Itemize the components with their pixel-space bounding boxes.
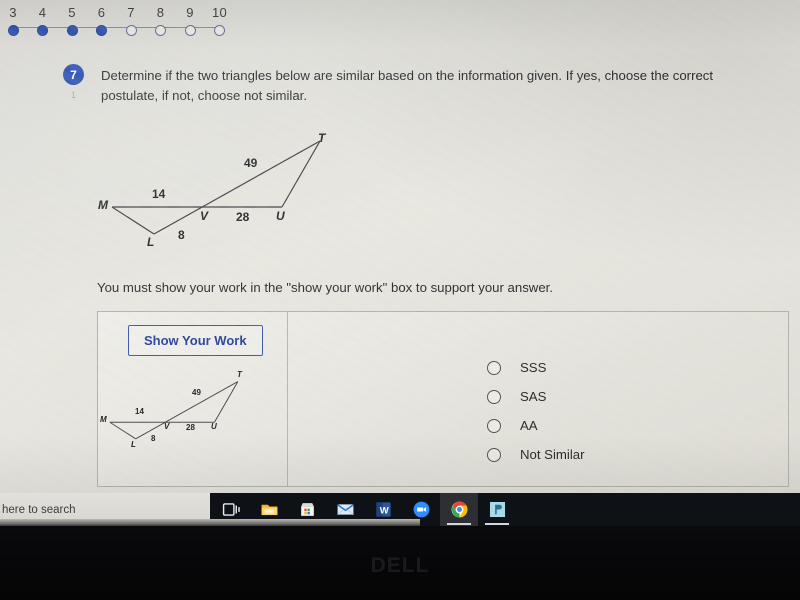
show-your-work-button[interactable]: Show Your Work bbox=[128, 325, 263, 356]
progress-step-number: 8 bbox=[156, 5, 165, 20]
vertex-label-U: U bbox=[276, 209, 285, 223]
triangle-diagram-thumb-svg bbox=[109, 381, 239, 440]
question-text: Determine if the two triangles below are… bbox=[101, 68, 714, 103]
progress-step-number: 6 bbox=[97, 5, 106, 20]
side-length-28-thumb: 28 bbox=[186, 423, 195, 432]
side-length-49: 49 bbox=[244, 156, 258, 170]
progress-step-number: 7 bbox=[127, 5, 135, 20]
vertex-label-M-thumb: M bbox=[100, 415, 107, 424]
progress-step-number: 10 bbox=[211, 5, 228, 20]
answer-option-label: SSS bbox=[520, 360, 547, 375]
side-length-14: 14 bbox=[152, 187, 166, 201]
progress-step-9[interactable]: 9 bbox=[177, 6, 203, 36]
progress-step-5[interactable]: 5 bbox=[59, 6, 85, 36]
progress-step-number: 4 bbox=[38, 5, 47, 20]
vertex-label-M: M bbox=[98, 198, 108, 212]
answer-option-label: AA bbox=[520, 418, 538, 433]
answer-option-label: SAS bbox=[520, 389, 547, 404]
radio-button[interactable] bbox=[487, 360, 501, 375]
search-placeholder-text: here to search bbox=[2, 503, 76, 516]
vertex-label-T-thumb: T bbox=[237, 370, 242, 379]
vertex-label-L-thumb: L bbox=[131, 440, 136, 449]
panel-divider bbox=[287, 312, 288, 486]
progress-step-3[interactable]: 3 bbox=[0, 6, 26, 36]
dell-logo: DELL bbox=[370, 554, 430, 577]
progress-step-dot[interactable] bbox=[7, 25, 19, 36]
vertex-label-L: L bbox=[147, 235, 155, 249]
answer-option-sas[interactable]: SAS bbox=[487, 382, 584, 411]
side-length-49-thumb: 49 bbox=[192, 388, 201, 397]
answer-option-sss[interactable]: SSS bbox=[487, 353, 584, 382]
progress-step-number: 3 bbox=[9, 5, 17, 20]
radio-button[interactable] bbox=[487, 389, 501, 404]
triangle-figure-main: M L V U T 14 8 28 49 bbox=[96, 128, 356, 256]
answer-options-group[interactable]: SSS SAS AA Not Similar bbox=[487, 353, 584, 469]
progress-step-number: 9 bbox=[186, 5, 194, 20]
side-length-8: 8 bbox=[178, 228, 185, 242]
progress-step-dot[interactable] bbox=[66, 25, 78, 36]
progress-step-number: 5 bbox=[68, 5, 76, 20]
progress-step-dot[interactable] bbox=[214, 25, 225, 36]
triangle-diagram-svg bbox=[111, 140, 321, 235]
progress-step-6[interactable]: 6 bbox=[89, 6, 115, 36]
progress-step-dot[interactable] bbox=[155, 25, 166, 36]
vertex-label-U-thumb: U bbox=[211, 422, 217, 431]
laptop-screen: 3 4 5 6 7 8 9 10 7 1 Determine if the two trian… bbox=[0, 0, 800, 493]
progress-step-8[interactable]: 8 bbox=[148, 6, 174, 36]
progress-step-10[interactable]: 10 bbox=[207, 6, 233, 36]
vertex-label-V-thumb: V bbox=[164, 422, 170, 431]
vertex-label-V: V bbox=[200, 209, 209, 223]
answer-option-aa[interactable]: AA bbox=[487, 411, 584, 440]
question-point-value: 1 bbox=[70, 90, 76, 100]
progress-step-dot[interactable] bbox=[37, 25, 48, 36]
side-length-28: 28 bbox=[236, 210, 250, 224]
svg-text:W: W bbox=[379, 505, 388, 516]
work-instruction-text: You must show your work in the "show you… bbox=[97, 280, 553, 295]
progress-step-7[interactable]: 7 bbox=[118, 6, 144, 36]
progress-step-dot[interactable] bbox=[125, 25, 137, 36]
triangle-figure-thumbnail: M L V U T 14 8 28 49 bbox=[100, 368, 260, 458]
answer-option-label: Not Similar bbox=[520, 447, 585, 462]
side-length-8-thumb: 8 bbox=[151, 434, 156, 443]
question-number-badge: 7 bbox=[63, 64, 84, 85]
vertex-label-T: T bbox=[318, 131, 326, 145]
progress-steps[interactable]: 3 4 5 6 7 8 9 10 bbox=[0, 6, 240, 42]
app-icon[interactable] bbox=[478, 493, 516, 526]
progress-step-4[interactable]: 4 bbox=[30, 6, 56, 36]
answer-option-not-similar[interactable]: Not Similar bbox=[487, 440, 584, 469]
radio-button[interactable] bbox=[487, 418, 501, 433]
chrome-icon[interactable] bbox=[440, 493, 478, 526]
side-length-14-thumb: 14 bbox=[135, 407, 144, 416]
progress-step-dot[interactable] bbox=[96, 25, 107, 36]
laptop-bezel: DELL bbox=[0, 526, 800, 600]
radio-button[interactable] bbox=[487, 447, 501, 462]
progress-step-dot[interactable] bbox=[184, 25, 196, 36]
